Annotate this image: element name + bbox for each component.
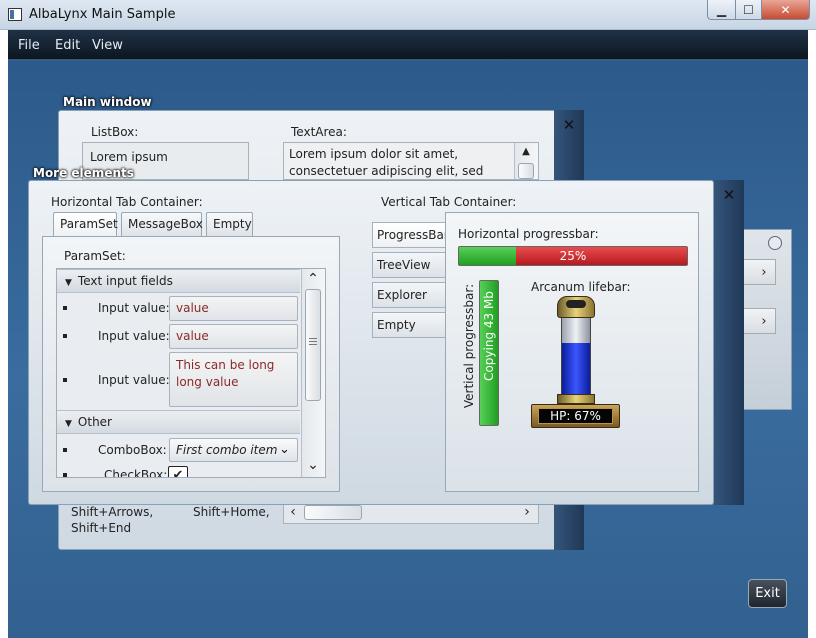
close-icon: ✕ [780, 2, 791, 17]
window-title: AlbaLynx Main Sample [29, 7, 176, 22]
input-label-3: Input value: [98, 373, 170, 387]
close-window-button[interactable]: ✕ [761, 0, 810, 20]
scroll-up-icon[interactable]: ⌃ [301, 271, 325, 287]
scroll-up-icon[interactable]: ▲ [514, 146, 538, 157]
paramset-scroll-thumb[interactable] [305, 289, 321, 401]
bullet-icon [63, 334, 67, 338]
shortcut-text-right: Shift+Home, [193, 505, 270, 519]
collapse-icon: ▼ [65, 419, 72, 429]
lifebar-fill [562, 343, 590, 394]
scroll-down-icon[interactable]: ⌄ [301, 457, 325, 473]
lifebar-base [557, 394, 595, 404]
menu-edit[interactable]: Edit [55, 38, 80, 53]
collapse-icon: ▼ [65, 278, 72, 288]
section-text-input-label: Text input fields [77, 274, 173, 288]
vtab-progressbar[interactable]: ProgressBar [372, 222, 449, 248]
lifebar-cap-top [566, 300, 586, 308]
main-window-title: Main window [63, 95, 152, 109]
menu-bar [8, 30, 808, 60]
scroll-right-icon[interactable]: › [521, 505, 533, 519]
chevron-right-icon: › [761, 314, 767, 329]
radio-icon[interactable] [768, 236, 782, 250]
menu-view[interactable]: View [92, 38, 123, 53]
app-icon [8, 8, 22, 21]
lifebar-label: Arcanum lifebar: [531, 280, 631, 294]
minimize-button[interactable]: ▁ [707, 0, 736, 20]
bullet-icon [63, 306, 67, 310]
tab-paramset[interactable]: ParamSet [53, 212, 118, 236]
exit-button[interactable]: Exit [748, 579, 787, 608]
vtab-empty[interactable]: Empty [372, 312, 446, 338]
main-window-close-icon[interactable]: ✕ [561, 117, 577, 133]
maximize-icon: ☐ [743, 2, 754, 17]
vertical-progressbar-text: Copying 43 Mb [482, 291, 496, 381]
section-text-input[interactable]: ▼ Text input fields [57, 269, 300, 293]
combobox-label: ComboBox: [98, 443, 167, 457]
shortcut-text-left-1: Shift+Arrows, [71, 505, 154, 519]
horizontal-tab-label: Horizontal Tab Container: [51, 195, 203, 209]
chevron-right-icon: › [761, 265, 767, 280]
horizontal-progressbar-text: 25% [559, 249, 587, 263]
checkbox-label: CheckBox: [104, 468, 168, 477]
listbox-item[interactable]: Lorem ipsum [90, 150, 168, 164]
checkbox-row: CheckBox: ✔ [57, 466, 300, 477]
vtab-treeview[interactable]: TreeView [372, 252, 446, 278]
horizontal-progressbar-label: Horizontal progressbar: [458, 227, 599, 241]
bullet-icon [63, 378, 67, 382]
more-elements-close-icon[interactable]: ✕ [721, 187, 737, 203]
section-other-label: Other [77, 415, 112, 429]
listbox-label: ListBox: [91, 125, 139, 139]
input-label-2: Input value: [98, 329, 170, 343]
scroll-left-icon[interactable]: ‹ [287, 505, 299, 519]
bullet-icon [63, 448, 67, 452]
vertical-progressbar-label: Vertical progressbar: [462, 283, 476, 409]
menu-file[interactable]: File [18, 38, 40, 53]
input-field-3[interactable]: This can be long long value [169, 352, 298, 407]
minimize-icon: ▁ [716, 2, 727, 17]
checkbox[interactable]: ✔ [168, 466, 188, 477]
more-elements-side [714, 180, 744, 505]
section-other[interactable]: ▼ Other [57, 410, 300, 434]
more-elements-title: More elements [33, 166, 134, 180]
textarea-label: TextArea: [291, 125, 347, 139]
input-field-2[interactable]: value [169, 324, 298, 349]
horizontal-progressbar: 25% [458, 246, 688, 266]
textarea-scroll-thumb[interactable] [518, 163, 534, 179]
horizontal-scroll-thumb[interactable] [304, 505, 362, 520]
vertical-tab-label: Vertical Tab Container: [381, 195, 517, 209]
maximize-button[interactable]: ☐ [735, 0, 762, 20]
lifebar-tube [561, 318, 591, 394]
chevron-down-icon: ⌄ [279, 442, 290, 457]
paramset-label: ParamSet: [64, 249, 126, 263]
lifebar-text: HP: 67% [538, 408, 613, 424]
tab-empty[interactable]: Empty [206, 212, 253, 236]
combobox-value: First combo item [176, 443, 278, 457]
tab-messagebox[interactable]: MessageBox [121, 212, 203, 236]
grip-icon [309, 338, 317, 339]
shortcut-text-left-2: Shift+End [71, 521, 132, 535]
input-field-1[interactable]: value [169, 296, 298, 321]
input-label-1: Input value: [98, 301, 170, 315]
vtab-explorer[interactable]: Explorer [372, 282, 446, 308]
